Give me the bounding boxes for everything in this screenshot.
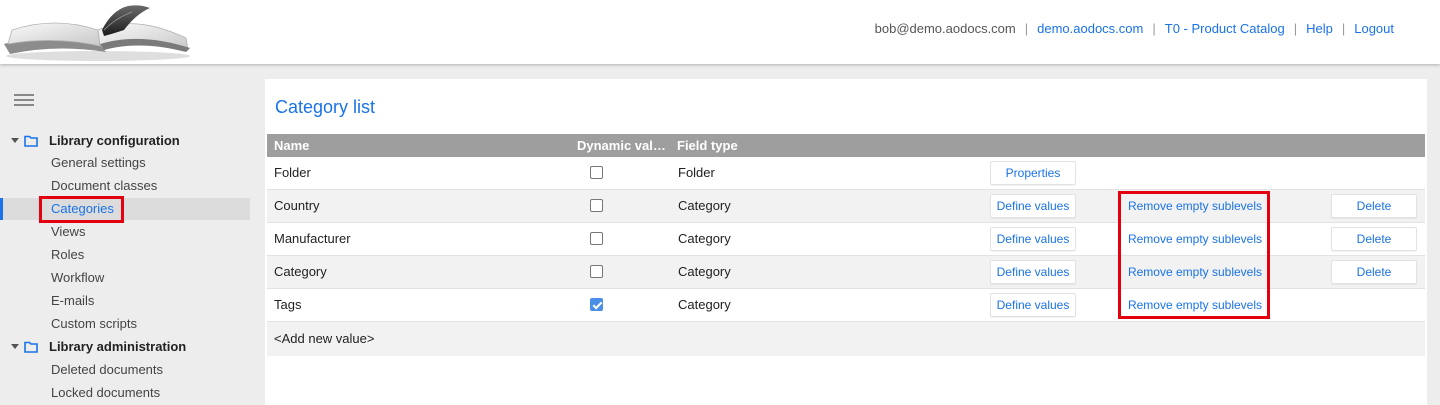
- dynamic-checkbox[interactable]: [590, 166, 603, 179]
- table-row: Category Category Define values Remove e…: [267, 256, 1425, 289]
- help-link[interactable]: Help: [1306, 21, 1333, 36]
- remove-empty-sublevels-button[interactable]: Remove empty sublevels: [1124, 194, 1266, 218]
- logout-link[interactable]: Logout: [1354, 21, 1394, 36]
- table-row: Tags Category Define values Remove empty…: [267, 289, 1425, 322]
- caret-down-icon: [11, 138, 19, 143]
- row-field-type: Category: [678, 231, 731, 246]
- column-header-name[interactable]: Name: [274, 138, 309, 153]
- group-label: Library configuration: [49, 133, 180, 148]
- sidebar-item-emails[interactable]: E-mails: [0, 290, 250, 312]
- main-panel: Category list Name Dynamic val… Field ty…: [265, 79, 1427, 405]
- category-table: Name Dynamic val… Field type Folder Fold…: [267, 134, 1425, 356]
- define-values-button[interactable]: Define values: [990, 293, 1076, 317]
- folder-icon: [24, 135, 38, 147]
- sidebar-item-custom-scripts[interactable]: Custom scripts: [0, 313, 250, 335]
- dynamic-checkbox[interactable]: [590, 298, 603, 311]
- row-field-type: Category: [678, 198, 731, 213]
- dynamic-checkbox[interactable]: [590, 265, 603, 278]
- row-field-type: Category: [678, 264, 731, 279]
- row-field-type: Folder: [678, 165, 715, 180]
- sidebar-item-document-classes[interactable]: Document classes: [0, 175, 250, 197]
- top-header: bob@demo.aodocs.com | demo.aodocs.com | …: [0, 0, 1440, 64]
- sidebar-item-workflow[interactable]: Workflow: [0, 267, 250, 289]
- sidebar-item-categories[interactable]: Categories: [0, 198, 250, 220]
- properties-button[interactable]: Properties: [990, 161, 1076, 185]
- table-row: Folder Folder Properties: [267, 157, 1425, 190]
- active-indicator: [0, 198, 3, 220]
- remove-empty-sublevels-button[interactable]: Remove empty sublevels: [1124, 260, 1266, 284]
- sidebar-item-general-settings[interactable]: General settings: [0, 152, 250, 174]
- group-label: Library administration: [49, 339, 187, 354]
- user-email: bob@demo.aodocs.com: [874, 21, 1016, 36]
- separator: |: [1024, 21, 1029, 36]
- separator: |: [1341, 21, 1346, 36]
- sidebar-item-roles[interactable]: Roles: [0, 244, 250, 266]
- table-row: Country Category Define values Remove em…: [267, 190, 1425, 223]
- column-header-dynamic[interactable]: Dynamic val…: [577, 138, 666, 153]
- sidebar-item-locked-documents[interactable]: Locked documents: [0, 382, 250, 404]
- dynamic-checkbox[interactable]: [590, 232, 603, 245]
- row-name: Tags: [274, 297, 302, 312]
- folder-icon: [24, 341, 38, 353]
- sidebar-item-views[interactable]: Views: [0, 221, 250, 243]
- separator: |: [1152, 21, 1156, 36]
- sidebar: Library configuration General settings D…: [0, 64, 252, 405]
- row-field-type: Category: [678, 297, 731, 312]
- group-library-administration[interactable]: Library administration: [0, 336, 252, 358]
- table-row: Manufacturer Category Define values Remo…: [267, 223, 1425, 256]
- caret-down-icon: [11, 344, 19, 349]
- book-logo-icon[interactable]: [0, 0, 200, 64]
- add-new-value-link[interactable]: <Add new value>: [274, 331, 374, 346]
- delete-button[interactable]: Delete: [1331, 227, 1417, 251]
- row-name: Folder: [274, 165, 311, 180]
- domain-link[interactable]: demo.aodocs.com: [1037, 21, 1143, 36]
- remove-empty-sublevels-button[interactable]: Remove empty sublevels: [1124, 293, 1266, 317]
- remove-empty-sublevels-button[interactable]: Remove empty sublevels: [1124, 227, 1266, 251]
- page-title: Category list: [275, 97, 376, 117]
- group-library-configuration[interactable]: Library configuration: [0, 130, 252, 152]
- separator: |: [1293, 21, 1298, 36]
- header-links: bob@demo.aodocs.com | demo.aodocs.com | …: [875, 21, 1394, 36]
- dynamic-checkbox[interactable]: [590, 199, 603, 212]
- library-link[interactable]: T0 - Product Catalog: [1165, 21, 1285, 36]
- sidebar-item-deleted-documents[interactable]: Deleted documents: [0, 359, 250, 381]
- define-values-button[interactable]: Define values: [990, 227, 1076, 251]
- row-name: Category: [274, 264, 327, 279]
- define-values-button[interactable]: Define values: [990, 194, 1076, 218]
- row-name: Manufacturer: [274, 231, 351, 246]
- delete-button[interactable]: Delete: [1331, 194, 1417, 218]
- row-name: Country: [274, 198, 320, 213]
- hamburger-menu-icon[interactable]: [14, 94, 34, 108]
- delete-button[interactable]: Delete: [1331, 260, 1417, 284]
- add-row: <Add new value>: [267, 322, 1425, 356]
- column-header-field-type[interactable]: Field type: [677, 138, 738, 153]
- table-header: Name Dynamic val… Field type: [267, 134, 1425, 157]
- define-values-button[interactable]: Define values: [990, 260, 1076, 284]
